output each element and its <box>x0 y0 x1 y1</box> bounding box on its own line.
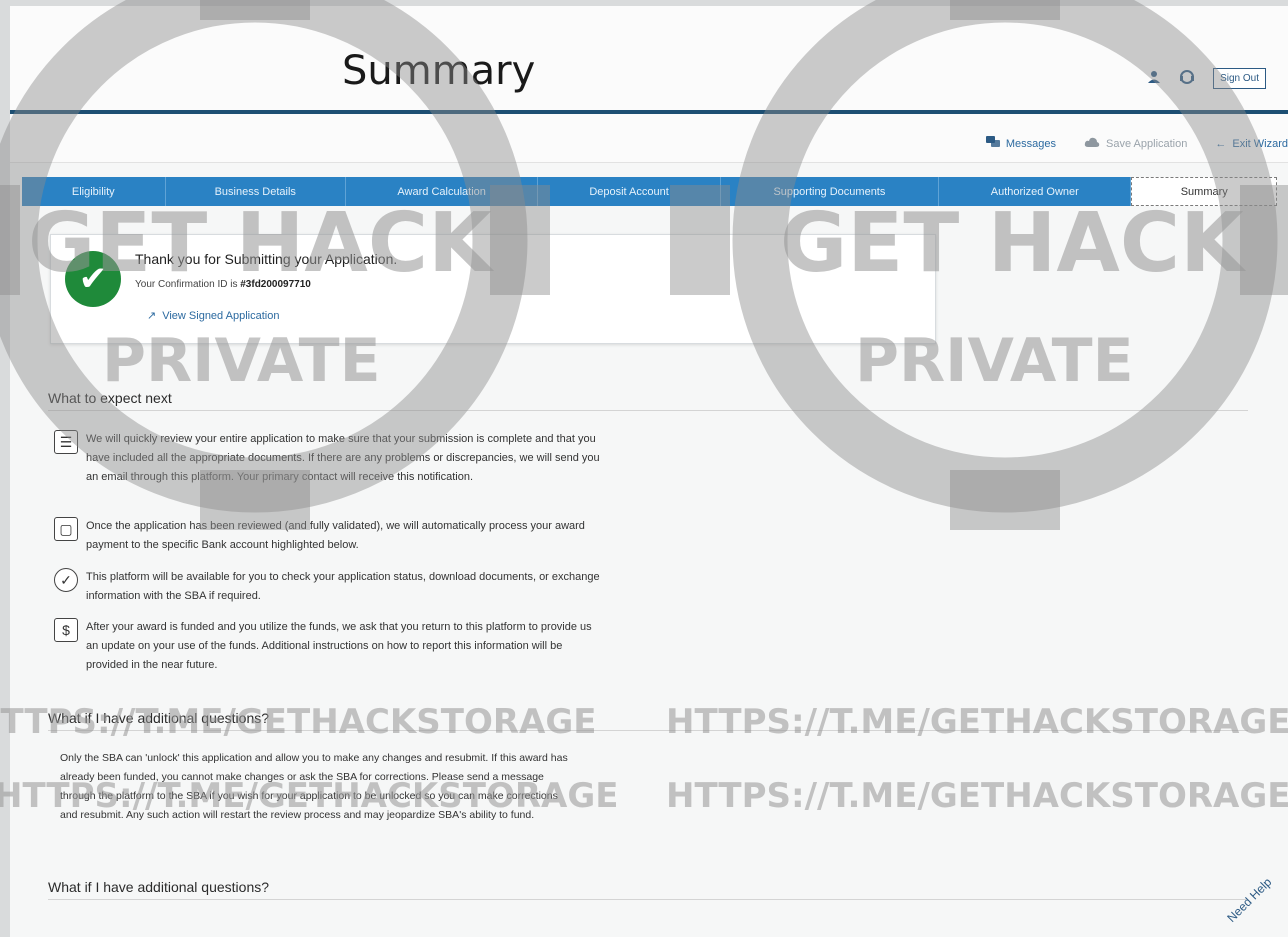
need-help-label: Need Help <box>1224 875 1275 925</box>
save-application-link[interactable]: Save Application <box>1084 136 1187 151</box>
next-step-item: ▢ Once the application has been reviewed… <box>54 517 614 557</box>
divider <box>48 899 1248 900</box>
exit-wizard-label: Exit Wizard <box>1232 137 1288 150</box>
tab-eligibility[interactable]: Eligibility <box>22 177 166 206</box>
exit-wizard-link[interactable]: ← Exit Wizard <box>1215 136 1288 151</box>
wizard-tabs: Eligibility Business Details Award Calcu… <box>22 177 1278 206</box>
document-icon: ▢ <box>54 517 78 541</box>
confirmation-id-prefix: Your Confirmation ID is <box>135 279 238 290</box>
badge-check-icon: ✓ <box>54 568 78 592</box>
arrow-left-icon: ← <box>1215 137 1227 150</box>
confirmation-title: Thank you for Submitting your Applicatio… <box>135 251 398 267</box>
dollar-document-icon: $ <box>54 618 78 642</box>
tab-business-details[interactable]: Business Details <box>165 177 346 206</box>
tab-deposit-account[interactable]: Deposit Account <box>538 177 721 206</box>
tab-summary[interactable]: Summary <box>1131 177 1278 206</box>
next-step-text: We will quickly review your entire appli… <box>86 433 600 483</box>
chat-icon <box>985 136 1000 151</box>
cloud-upload-icon <box>1084 136 1100 151</box>
view-signed-application-link[interactable]: ↗ View Signed Application <box>147 309 280 323</box>
tab-award-calculation[interactable]: Award Calculation <box>345 177 539 206</box>
check-circle-icon: ✔ <box>65 251 121 307</box>
divider <box>48 410 1248 411</box>
support-icon[interactable] <box>1179 69 1195 89</box>
next-step-text: Once the application has been reviewed (… <box>86 520 585 551</box>
next-step-text: After your award is funded and you utili… <box>86 621 592 671</box>
questions-heading: What if I have additional questions? <box>48 710 270 726</box>
confirmation-id-value: #3fd200097710 <box>240 279 311 290</box>
messages-link[interactable]: Messages <box>985 136 1057 151</box>
next-steps-heading: What to expect next <box>48 390 172 406</box>
next-step-item: ☰ We will quickly review your entire app… <box>54 430 614 506</box>
tab-supporting-documents[interactable]: Supporting Documents <box>720 177 940 206</box>
questions-text: Only the SBA can 'unlock' this applicati… <box>60 752 568 821</box>
confirmation-card: ✔ Thank you for Submitting your Applicat… <box>50 234 936 344</box>
tab-authorized-owner[interactable]: Authorized Owner <box>939 177 1132 206</box>
header-tools: Sign Out <box>1147 68 1266 89</box>
save-application-label: Save Application <box>1106 137 1188 150</box>
confirmation-id: Your Confirmation ID is #3fd200097710 <box>135 279 311 290</box>
page-title: Summary <box>342 48 536 94</box>
sba-portal-page: Summary Sign Out Messages Save Applicati… <box>10 6 1288 937</box>
action-bar: Messages Save Application ← Exit Wizard <box>10 114 1288 163</box>
clipboard-icon: ☰ <box>54 430 78 454</box>
questions-heading-secondary: What if I have additional questions? <box>48 879 270 895</box>
next-step-text: This platform will be available for you … <box>86 571 600 602</box>
user-icon[interactable] <box>1147 70 1161 88</box>
external-link-icon: ↗ <box>147 310 157 322</box>
next-step-item: ✓ This platform will be available for yo… <box>54 568 614 608</box>
header: Summary Sign Out <box>10 6 1288 114</box>
sign-out-button[interactable]: Sign Out <box>1213 68 1266 89</box>
need-help-widget[interactable]: Need Help <box>1208 857 1288 937</box>
divider <box>48 730 1248 731</box>
action-links: Messages Save Application ← Exit Wizard <box>985 136 1288 151</box>
next-step-item: $ After your award is funded and you uti… <box>54 618 614 676</box>
messages-label: Messages <box>1005 137 1057 150</box>
view-signed-application-label: View Signed Application <box>162 309 280 322</box>
